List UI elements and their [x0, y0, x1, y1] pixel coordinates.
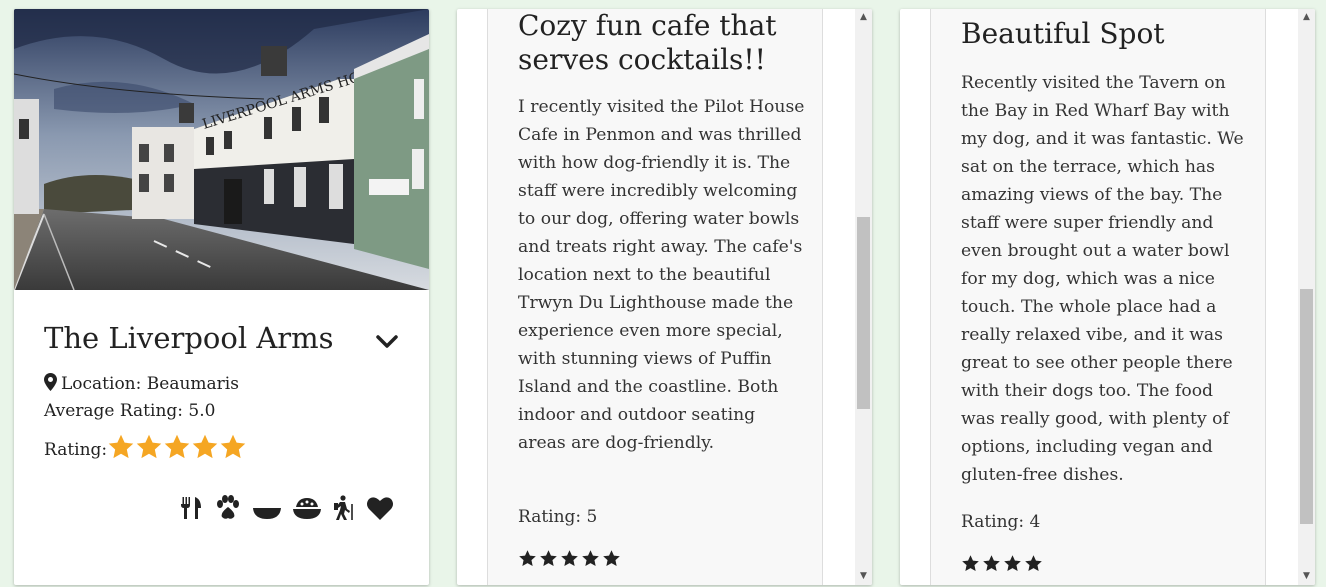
star-icon: [136, 434, 162, 459]
scroll-up-arrow-icon[interactable]: ▲: [855, 9, 872, 26]
venue-location: Location: Beaumaris: [44, 373, 239, 394]
review-rating-1: Rating: 5: [518, 507, 598, 527]
scrollbar-1[interactable]: ▲ ▼: [855, 9, 872, 585]
star-icon: [983, 555, 1000, 572]
venue-rating-row: Rating:: [44, 433, 247, 461]
venue-name: The Liverpool Arms: [44, 321, 334, 355]
review-title-1: Cozy fun cafe that serves cocktails!!: [518, 9, 777, 76]
scroll-up-arrow-icon[interactable]: ▲: [1298, 9, 1315, 26]
review-rating-2: Rating: 4: [961, 512, 1041, 532]
star-icon: [540, 550, 557, 567]
scrollbar-thumb-2[interactable]: [1300, 289, 1313, 524]
review-card-2: Beautiful Spot Recently visited the Tave…: [900, 9, 1315, 585]
star-icon: [582, 550, 599, 567]
star-icon: [164, 434, 190, 459]
star-icon: [192, 434, 218, 459]
star-icon: [603, 550, 620, 567]
heart-icon: [367, 497, 393, 520]
food-icon: [181, 497, 201, 519]
venue-average-rating: Average Rating: 5.0: [44, 401, 216, 421]
review-title-2: Beautiful Spot: [961, 17, 1165, 50]
water-bowl-icon: [253, 508, 281, 519]
amenities-row: [178, 495, 394, 521]
review-body-1: I recently visited the Pilot House Cafe …: [518, 97, 805, 453]
star-icon: [220, 434, 246, 459]
star-icon: [962, 555, 979, 572]
review-pane-2[interactable]: Beautiful Spot Recently visited the Tave…: [930, 9, 1266, 585]
star-icon: [519, 550, 536, 567]
map-pin-icon: [44, 373, 57, 391]
review-pane-1[interactable]: Cozy fun cafe that serves cocktails!! I …: [487, 9, 823, 585]
food-bowl-icon: [293, 498, 321, 519]
venue-card: LIVERPOOL ARMS HOTEL The Liverpool Arms …: [14, 9, 429, 585]
review-star-rating-1: [518, 549, 621, 568]
star-icon: [561, 550, 578, 567]
chevron-down-icon[interactable]: [372, 327, 402, 357]
scrollbar-2[interactable]: ▲ ▼: [1298, 9, 1315, 585]
scroll-down-arrow-icon[interactable]: ▼: [1298, 568, 1315, 585]
venue-location-text: Location: Beaumaris: [61, 374, 239, 394]
hiking-icon: [334, 495, 353, 520]
venue-star-rating: [107, 433, 247, 461]
review-body-2: Recently visited the Tavern on the Bay i…: [961, 73, 1244, 485]
scroll-down-arrow-icon[interactable]: ▼: [855, 568, 872, 585]
paw-icon: [217, 495, 239, 519]
review-card-1: Cozy fun cafe that serves cocktails!! I …: [457, 9, 872, 585]
star-icon: [1004, 555, 1021, 572]
venue-rating-label: Rating:: [44, 440, 108, 460]
scrollbar-thumb-1[interactable]: [857, 217, 870, 409]
venue-photo: LIVERPOOL ARMS HOTEL: [14, 9, 429, 290]
star-icon: [108, 434, 134, 459]
review-star-rating-2: [961, 554, 1043, 573]
star-icon: [1025, 555, 1042, 572]
